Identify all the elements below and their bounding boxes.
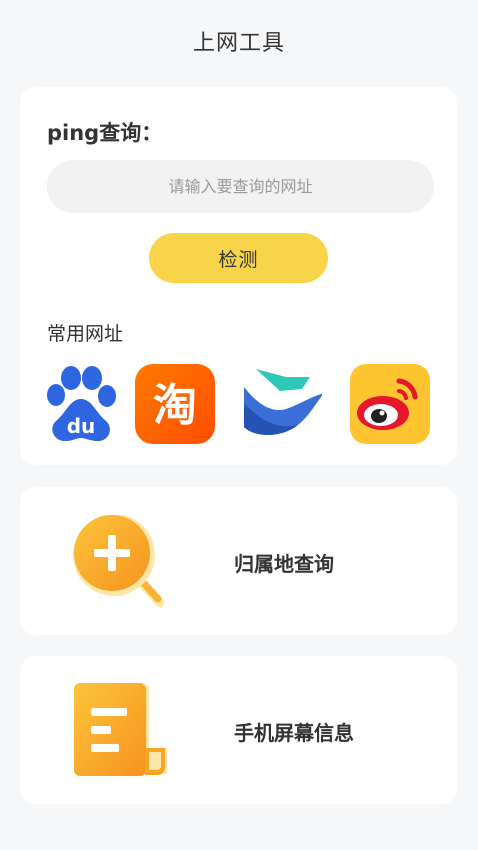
- page-title: 上网工具: [192, 31, 285, 56]
- url-input[interactable]: [47, 160, 434, 213]
- common-sites-title: 常用网址: [47, 323, 124, 345]
- location-lookup-card[interactable]: 归属地查询: [20, 487, 457, 635]
- svg-text:du: du: [67, 414, 96, 438]
- baidu-icon[interactable]: du: [40, 363, 122, 445]
- screen-info-label: 手机屏幕信息: [234, 721, 354, 745]
- weibo-icon[interactable]: [349, 363, 431, 445]
- search-plus-icon: [68, 515, 168, 611]
- check-button-label: 检测: [218, 248, 259, 271]
- location-lookup-label: 归属地查询: [234, 552, 334, 576]
- ping-card: ping查询： 检测 常用网址 du 淘: [20, 87, 457, 465]
- document-icon: [73, 682, 169, 778]
- feishu-icon[interactable]: [240, 363, 322, 445]
- top-bar: 上网工具: [0, 0, 478, 84]
- screen-info-card[interactable]: 手机屏幕信息: [20, 656, 457, 804]
- taobao-icon[interactable]: 淘: [134, 363, 216, 445]
- taobao-glyph: 淘: [153, 380, 197, 431]
- ping-label: ping查询：: [47, 121, 163, 145]
- check-button[interactable]: 检测: [149, 233, 328, 283]
